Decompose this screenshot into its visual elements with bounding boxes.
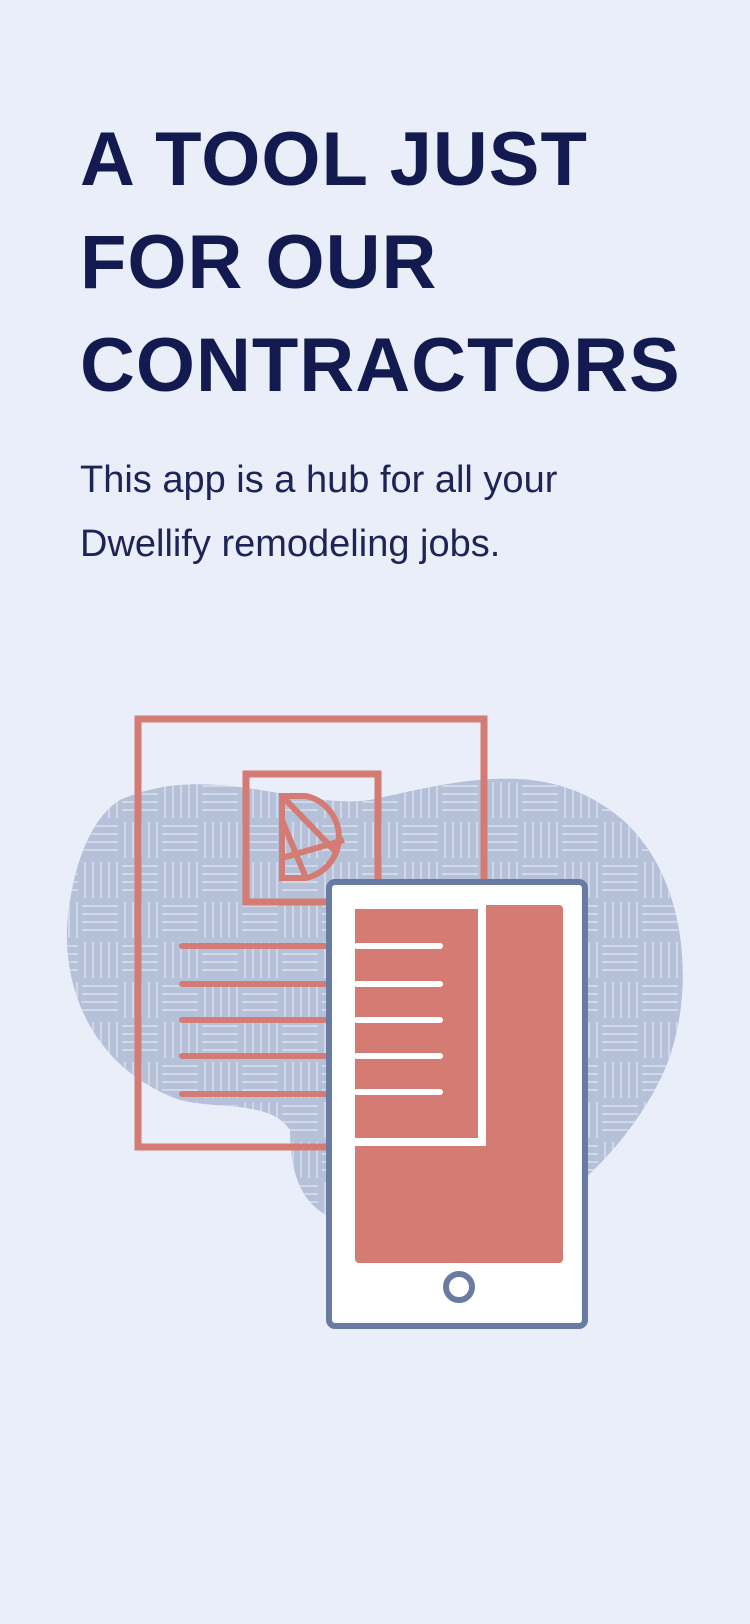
headline-line-2: FOR OUR [80,220,438,305]
home-button-icon [443,1271,475,1303]
headline-line-1: A TOOL JUST [80,117,588,202]
subtitle-line-2: Dwellify remodeling jobs. [80,523,501,565]
onboarding-subtitle: This app is a hub for all your Dwellify … [80,448,680,576]
headline-line-3: CONTRACTORS [80,323,681,408]
subtitle-line-1: This app is a hub for all your [80,459,558,501]
document-and-phone-illustration [66,715,683,1329]
onboarding-headline: A TOOL JUST FOR OUR CONTRACTORS [80,108,720,417]
phone-icon [326,879,588,1329]
onboarding-screen: A TOOL JUST FOR OUR CONTRACTORS This app… [0,0,750,1624]
